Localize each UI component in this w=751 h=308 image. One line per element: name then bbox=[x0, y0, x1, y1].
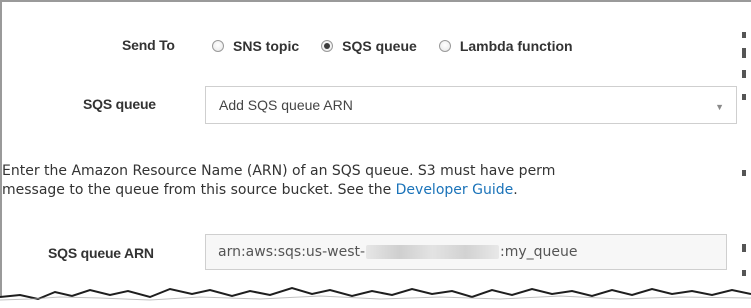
arn-value-suffix: :my_queue bbox=[500, 244, 578, 260]
torn-paper-edge bbox=[0, 286, 751, 308]
dropdown-caret-icon: ▼ bbox=[715, 102, 724, 112]
sqs-queue-select[interactable]: Add SQS queue ARN ▼ bbox=[205, 86, 737, 124]
help-text: Enter the Amazon Resource Name (ARN) of … bbox=[0, 162, 740, 200]
radio-button-sqs-queue[interactable] bbox=[321, 40, 334, 52]
redacted-account-id bbox=[366, 245, 500, 259]
sqs-queue-select-value: Add SQS queue ARN bbox=[219, 97, 353, 113]
radio-label-lambda-function: Lambda function bbox=[459, 38, 573, 54]
radio-label-sns-topic: SNS topic bbox=[233, 38, 300, 54]
radio-option-sns-topic[interactable]: SNS topic bbox=[212, 38, 299, 54]
radio-button-sns-topic[interactable] bbox=[212, 40, 224, 52]
send-to-radio-group: SNS topic SQS queue Lambda function bbox=[212, 36, 595, 56]
help-text-line-1: Enter the Amazon Resource Name (ARN) of … bbox=[2, 163, 556, 179]
help-text-line-2: message to the queue from this source bu… bbox=[0, 181, 740, 200]
help-text-line-2-suffix: . bbox=[513, 182, 518, 198]
radio-button-lambda-function[interactable] bbox=[438, 40, 451, 52]
radio-label-sqs-queue: SQS queue bbox=[342, 38, 417, 54]
top-border bbox=[0, 0, 751, 2]
arn-value-prefix: arn:aws:sqs:us-west- bbox=[218, 244, 366, 260]
left-border bbox=[0, 0, 2, 308]
screenshot-frame: Send To SNS topic SQS queue Lambda funct… bbox=[0, 0, 751, 308]
radio-option-sqs-queue[interactable]: SQS queue bbox=[321, 38, 417, 54]
sqs-queue-arn-input[interactable]: arn:aws:sqs:us-west- :my_queue bbox=[205, 234, 727, 270]
help-text-line-2-prefix: message to the queue from this source bu… bbox=[2, 182, 396, 198]
sqs-queue-arn-label: SQS queue ARN bbox=[48, 245, 154, 261]
radio-option-lambda-function[interactable]: Lambda function bbox=[438, 38, 573, 54]
right-edge-fragments bbox=[738, 20, 748, 290]
sqs-queue-label: SQS queue bbox=[83, 96, 156, 112]
developer-guide-link[interactable]: Developer Guide bbox=[396, 182, 514, 198]
send-to-label: Send To bbox=[122, 37, 175, 53]
